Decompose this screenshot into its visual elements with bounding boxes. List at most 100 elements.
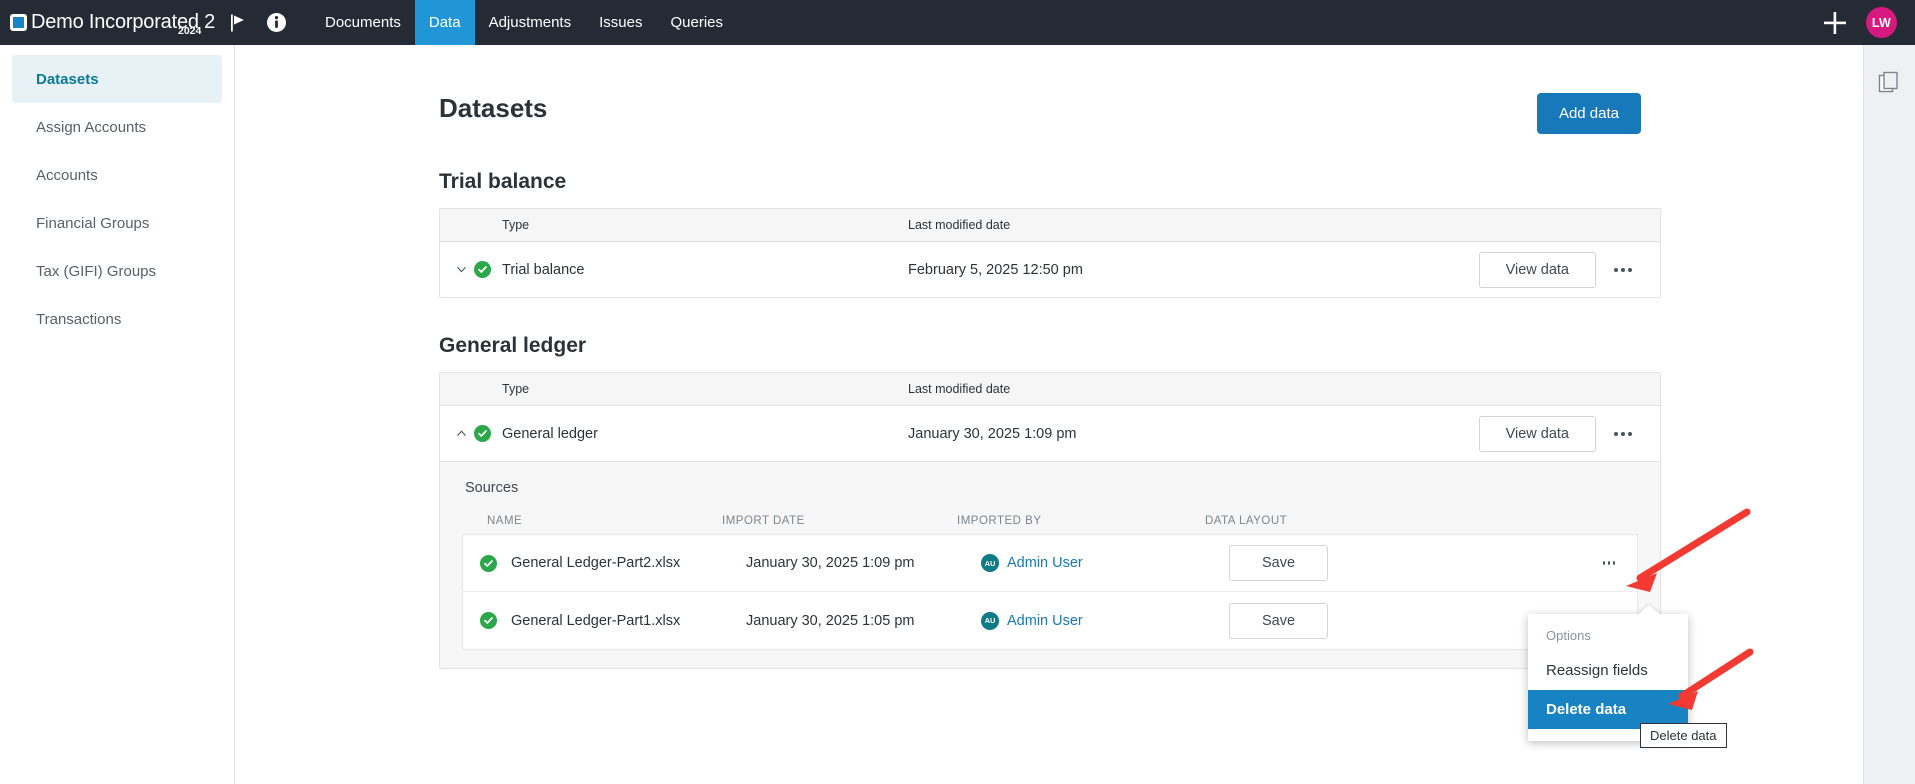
page-title: Datasets <box>439 93 547 124</box>
tab-documents-label: Documents <box>325 14 401 31</box>
column-header-type-gl: Type <box>502 382 908 396</box>
status-badge <box>474 261 502 278</box>
tab-queries-label: Queries <box>670 14 723 31</box>
sources-title: Sources <box>465 480 1638 496</box>
trial-balance-card: Type Last modified date <box>439 208 1661 298</box>
sidebar-item-assign-accounts[interactable]: Assign Accounts <box>12 103 222 151</box>
cell-type: General ledger <box>502 426 908 442</box>
column-header-imported-by: IMPORTED BY <box>957 515 1205 527</box>
imported-by-link[interactable]: Admin User <box>1007 555 1083 571</box>
sidebar-item-tax-gifi-groups[interactable]: Tax (GIFI) Groups <box>12 247 222 295</box>
column-header-data-layout: DATA LAYOUT <box>1205 515 1287 527</box>
general-ledger-table-header: Type Last modified date <box>440 373 1660 406</box>
chevron-up-icon <box>456 428 467 439</box>
column-header-import-date: IMPORT DATE <box>722 515 957 527</box>
view-data-button[interactable]: View data <box>1479 252 1596 288</box>
row-more-options-icon[interactable] <box>1606 419 1640 449</box>
sources-panel: Sources NAME IMPORT DATE IMPORTED BY DAT… <box>440 461 1660 668</box>
save-button[interactable]: Save <box>1229 603 1328 639</box>
tab-issues[interactable]: Issues <box>585 0 656 45</box>
datasets-page: Datasets Add data Trial balance Type Las… <box>236 45 1863 669</box>
top-navigation-bar: Demo Incorporated 2 2024 Documents <box>0 0 1915 45</box>
trial-balance-table-header: Type Last modified date <box>440 209 1660 242</box>
app-logo-icon <box>10 14 27 31</box>
general-ledger-title: General ledger <box>439 334 1661 358</box>
options-menu-label: Options <box>1528 614 1688 651</box>
tab-queries[interactable]: Queries <box>656 0 737 45</box>
status-badge <box>474 425 502 442</box>
sources-card: General Ledger-Part2.xlsx January 30, 20… <box>462 534 1638 650</box>
status-badge <box>480 555 511 572</box>
cell-imported-by: AU Admin User <box>981 554 1229 572</box>
column-header-last-modified-gl: Last modified date <box>908 382 1660 396</box>
cell-imported-by: AU Admin User <box>981 612 1229 630</box>
sidebar-item-accounts-label: Accounts <box>36 167 98 184</box>
cell-source-name: General Ledger-Part1.xlsx <box>511 613 746 629</box>
cell-data-layout: Save <box>1229 545 1603 581</box>
sidebar-item-datasets-label: Datasets <box>36 71 99 88</box>
sidebar-item-assign-accounts-label: Assign Accounts <box>36 119 146 136</box>
topbar-right-group: LW <box>1822 0 1915 45</box>
cell-source-name: General Ledger-Part2.xlsx <box>511 555 746 571</box>
view-data-button[interactable]: View data <box>1479 416 1596 452</box>
table-row[interactable]: General ledger January 30, 2025 1:09 pm … <box>440 406 1660 461</box>
expand-toggle-trial-balance[interactable] <box>440 264 474 275</box>
tab-issues-label: Issues <box>599 14 642 31</box>
list-item[interactable]: General Ledger-Part1.xlsx January 30, 20… <box>463 592 1637 649</box>
general-ledger-card: Type Last modified date <box>439 372 1661 669</box>
check-circle-icon <box>474 261 491 278</box>
check-circle-icon <box>474 425 491 442</box>
nav-icon-group <box>229 0 287 45</box>
plus-icon[interactable] <box>1822 10 1848 36</box>
cell-import-date: January 30, 2025 1:09 pm <box>746 555 981 571</box>
left-sidebar: Datasets Assign Accounts Accounts Financ… <box>0 45 235 784</box>
cell-import-date: January 30, 2025 1:05 pm <box>746 613 981 629</box>
add-data-button[interactable]: Add data <box>1537 93 1641 134</box>
list-item[interactable]: General Ledger-Part2.xlsx January 30, 20… <box>463 535 1637 592</box>
sidebar-item-financial-groups-label: Financial Groups <box>36 215 149 232</box>
app-root: Demo Incorporated 2 2024 Documents <box>0 0 1915 784</box>
row-actions: View data <box>1479 416 1660 452</box>
menu-item-reassign-fields[interactable]: Reassign fields <box>1528 651 1688 690</box>
sidebar-item-financial-groups[interactable]: Financial Groups <box>12 199 222 247</box>
collapse-toggle-general-ledger[interactable] <box>440 428 474 439</box>
chevron-down-icon <box>456 264 467 275</box>
save-button[interactable]: Save <box>1229 545 1328 581</box>
sidebar-item-transactions[interactable]: Transactions <box>12 295 222 343</box>
options-popup-menu: Options Reassign fields Delete data <box>1528 614 1688 741</box>
column-header-last-modified: Last modified date <box>908 218 1660 232</box>
tab-documents[interactable]: Documents <box>311 0 415 45</box>
source-more-options-icon[interactable] <box>1603 548 1637 578</box>
row-actions: View data <box>1479 252 1660 288</box>
sidebar-item-accounts[interactable]: Accounts <box>12 151 222 199</box>
tab-data[interactable]: Data <box>415 0 475 45</box>
column-header-type: Type <box>502 218 908 232</box>
cell-last-modified: February 5, 2025 12:50 pm <box>908 262 1479 278</box>
info-icon[interactable] <box>266 12 287 33</box>
trial-balance-section: Trial balance Type Last modified date <box>236 170 1863 298</box>
brand-block[interactable]: Demo Incorporated 2 2024 <box>0 0 215 45</box>
trial-balance-title: Trial balance <box>439 170 1661 194</box>
brand-year: 2024 <box>178 25 201 37</box>
flag-icon[interactable] <box>229 13 249 33</box>
tab-data-label: Data <box>429 14 461 31</box>
right-rail <box>1863 45 1915 784</box>
cell-type: Trial balance <box>502 262 908 278</box>
imported-by-link[interactable]: Admin User <box>1007 613 1083 629</box>
main-tabs: Documents Data Adjustments Issues Querie… <box>311 0 737 45</box>
table-row[interactable]: Trial balance February 5, 2025 12:50 pm … <box>440 242 1660 297</box>
user-avatar[interactable]: LW <box>1866 7 1897 38</box>
avatar: AU <box>981 612 999 630</box>
status-badge <box>480 612 511 629</box>
check-circle-icon <box>480 612 497 629</box>
row-more-options-icon[interactable] <box>1606 255 1640 285</box>
sources-table-header: NAME IMPORT DATE IMPORTED BY DATA LAYOUT <box>462 508 1638 534</box>
sidebar-item-datasets[interactable]: Datasets <box>12 55 222 103</box>
check-circle-icon <box>480 555 497 572</box>
column-header-name: NAME <box>487 515 722 527</box>
tab-adjustments[interactable]: Adjustments <box>475 0 586 45</box>
tab-adjustments-label: Adjustments <box>489 14 572 31</box>
cell-last-modified: January 30, 2025 1:09 pm <box>908 426 1479 442</box>
sidebar-item-transactions-label: Transactions <box>36 311 121 328</box>
copy-pages-icon[interactable] <box>1878 71 1901 784</box>
